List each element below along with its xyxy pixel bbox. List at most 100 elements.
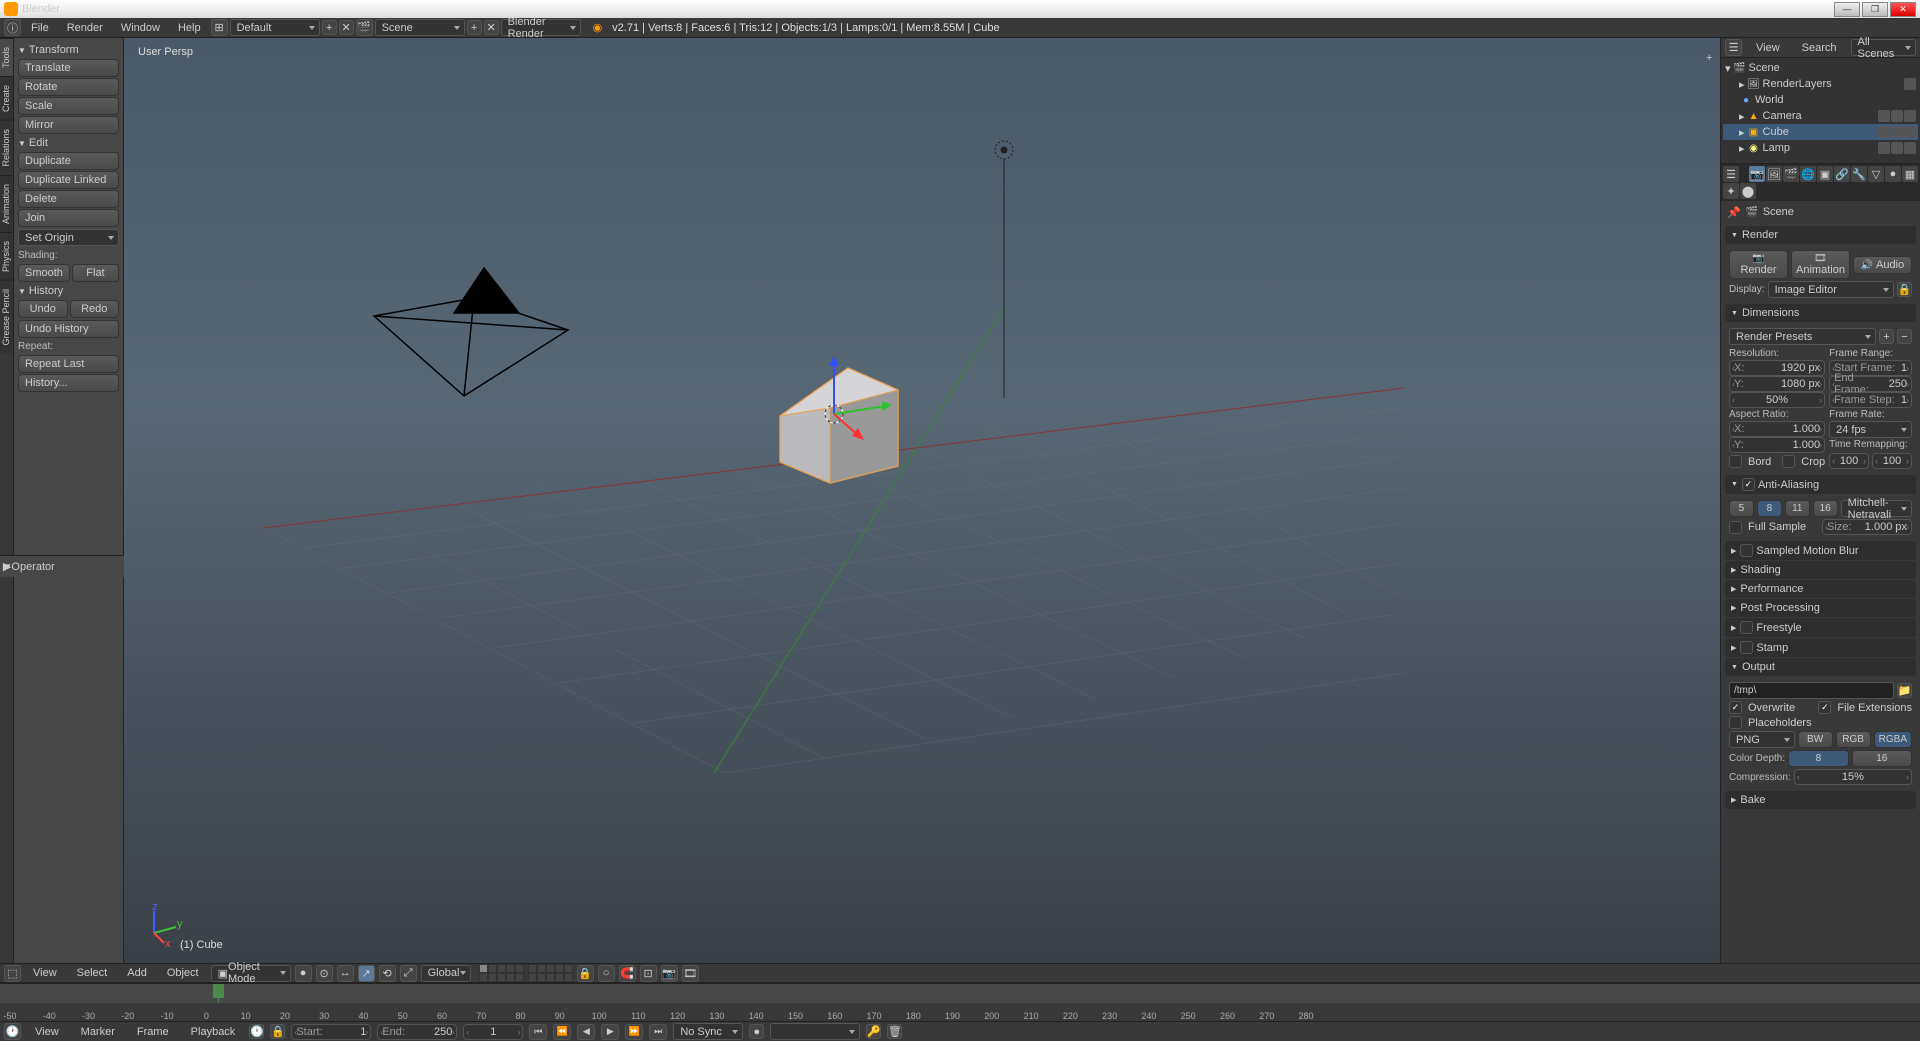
delete-layout-button[interactable]: ✕ xyxy=(339,20,354,35)
join-button[interactable]: Join xyxy=(18,209,119,227)
start-frame-timeline-field[interactable]: Start:1 xyxy=(291,1024,371,1040)
menu-file[interactable]: File xyxy=(23,20,57,36)
tree-lamp[interactable]: ▸◉Lamp xyxy=(1723,140,1918,156)
view3d-editor-icon[interactable]: ⬚ xyxy=(4,965,21,982)
keyframe-next-icon[interactable]: ⏩ xyxy=(625,1024,643,1040)
layers-widget[interactable] xyxy=(479,964,573,982)
resolution-y-field[interactable]: Y:1080 px xyxy=(1729,376,1825,392)
timeline-playback-menu[interactable]: Playback xyxy=(183,1024,244,1040)
tab-physics[interactable]: Physics xyxy=(0,232,13,280)
timeline-ruler[interactable]: -50-40-30-20-100102030405060708090100110… xyxy=(0,1003,1920,1021)
play-icon[interactable]: ▶ xyxy=(601,1024,619,1040)
pin-icon[interactable]: 📌 xyxy=(1727,206,1741,219)
stamp-checkbox[interactable] xyxy=(1740,641,1753,654)
display-dropdown[interactable]: Image Editor xyxy=(1768,281,1894,298)
view3d-view-menu[interactable]: View xyxy=(25,965,65,981)
tab-tools[interactable]: Tools xyxy=(0,38,13,76)
edit-panel-header[interactable]: Edit xyxy=(18,135,119,151)
mode-dropdown[interactable]: ▣ Object Mode xyxy=(211,965,291,982)
render-engine-dropdown[interactable]: Blender Render xyxy=(501,19,581,36)
editor-type-icon[interactable]: ⓘ xyxy=(4,19,21,36)
fps-dropdown[interactable]: 24 fps xyxy=(1829,421,1912,438)
aa-11-button[interactable]: 11 xyxy=(1785,500,1810,517)
remap-old-field[interactable]: 100 xyxy=(1829,453,1869,469)
output-section-header[interactable]: Output xyxy=(1725,658,1916,676)
translate-manip-icon[interactable]: ↗ xyxy=(358,965,375,982)
dimensions-section-header[interactable]: Dimensions xyxy=(1725,304,1916,322)
timeline-area[interactable]: -50-40-30-20-100102030405060708090100110… xyxy=(0,984,1920,1021)
crop-checkbox[interactable] xyxy=(1782,455,1795,468)
lock-time-icon[interactable]: 🔒 xyxy=(270,1024,285,1039)
sync-dropdown[interactable]: No Sync xyxy=(673,1023,743,1040)
performance-header[interactable]: Performance xyxy=(1725,580,1916,598)
aa-size-field[interactable]: Size:1.000 px xyxy=(1822,519,1912,535)
freestyle-header[interactable]: Freestyle xyxy=(1725,618,1916,637)
tab-relations[interactable]: Relations xyxy=(0,120,13,175)
orientation-dropdown[interactable]: Global xyxy=(421,965,471,982)
end-frame-timeline-field[interactable]: End:250 xyxy=(377,1024,457,1040)
lock-interface-icon[interactable]: 🔒 xyxy=(1897,282,1912,297)
jump-start-icon[interactable]: ⏮ xyxy=(529,1024,547,1040)
set-origin-dropdown[interactable]: Set Origin xyxy=(18,229,119,246)
timeline-marker-menu[interactable]: Marker xyxy=(73,1024,123,1040)
mirror-button[interactable]: Mirror xyxy=(18,116,119,134)
tab-texture[interactable]: ▦ xyxy=(1902,166,1918,182)
render-button[interactable]: 📷 Render xyxy=(1729,250,1788,279)
rotate-button[interactable]: Rotate xyxy=(18,78,119,96)
delete-scene-button[interactable]: ✕ xyxy=(484,20,499,35)
rotate-manip-icon[interactable]: ⟲ xyxy=(379,965,396,982)
tab-render[interactable]: 📷 xyxy=(1749,166,1765,182)
delete-button[interactable]: Delete xyxy=(18,190,119,208)
stamp-header[interactable]: Stamp xyxy=(1725,638,1916,657)
end-frame-field[interactable]: End Frame:250 xyxy=(1829,376,1912,392)
depth-8-button[interactable]: 8 xyxy=(1788,750,1848,767)
flat-button[interactable]: Flat xyxy=(72,264,119,282)
outliner-editor-icon[interactable]: ☰ xyxy=(1725,39,1742,56)
repeat-last-button[interactable]: Repeat Last xyxy=(18,355,119,373)
tab-data[interactable]: ▽ xyxy=(1868,166,1884,182)
freestyle-checkbox[interactable] xyxy=(1740,621,1753,634)
tab-world[interactable]: 🌐 xyxy=(1800,166,1816,182)
layout-icon[interactable]: ⊞ xyxy=(211,19,228,36)
add-preset-button[interactable]: + xyxy=(1879,329,1894,344)
placeholders-checkbox[interactable] xyxy=(1729,716,1742,729)
menu-help[interactable]: Help xyxy=(170,20,209,36)
redo-button[interactable]: Redo xyxy=(70,300,120,318)
maximize-button[interactable]: ❐ xyxy=(1862,2,1888,17)
timeline-editor-icon[interactable]: 🕐 xyxy=(4,1023,21,1040)
undo-button[interactable]: Undo xyxy=(18,300,68,318)
frame-step-field[interactable]: Frame Step:1 xyxy=(1829,392,1912,408)
duplicate-button[interactable]: Duplicate xyxy=(18,152,119,170)
remove-preset-button[interactable]: − xyxy=(1897,329,1912,344)
bw-button[interactable]: BW xyxy=(1798,731,1833,748)
tab-physics[interactable]: ⬤ xyxy=(1740,183,1756,199)
timeline-view-menu[interactable]: View xyxy=(27,1024,67,1040)
animation-button[interactable]: 🎞 Animation xyxy=(1791,250,1850,279)
aa-8-button[interactable]: 8 xyxy=(1757,500,1782,517)
snap-icon[interactable]: 🧲 xyxy=(619,965,636,982)
render-preview-icon[interactable]: 📷 xyxy=(661,965,678,982)
translate-button[interactable]: Translate xyxy=(18,59,119,77)
aa-5-button[interactable]: 5 xyxy=(1729,500,1754,517)
tab-material[interactable]: ● xyxy=(1885,166,1901,182)
aa-16-button[interactable]: 16 xyxy=(1813,500,1838,517)
motion-blur-header[interactable]: Sampled Motion Blur xyxy=(1725,541,1916,560)
scale-button[interactable]: Scale xyxy=(18,97,119,115)
tree-renderlayers[interactable]: ▸🖼RenderLayers xyxy=(1723,76,1918,92)
scene-icon[interactable]: 🎬 xyxy=(356,19,373,36)
tab-render-layers[interactable]: 🖼 xyxy=(1766,166,1782,182)
resolution-x-field[interactable]: X:1920 px xyxy=(1729,360,1825,376)
aa-section-header[interactable]: Anti-Aliasing xyxy=(1725,475,1916,494)
view3d-add-menu[interactable]: Add xyxy=(119,965,155,981)
snap-element-icon[interactable]: ⊡ xyxy=(640,965,657,982)
jump-end-icon[interactable]: ⏭ xyxy=(649,1024,667,1040)
menu-window[interactable]: Window xyxy=(113,20,168,36)
manipulator-toggle-icon[interactable]: ↔ xyxy=(337,965,354,982)
keyframe-prev-icon[interactable]: ⏪ xyxy=(553,1024,571,1040)
aa-filter-dropdown[interactable]: Mitchell-Netravali xyxy=(1841,500,1912,517)
depth-16-button[interactable]: 16 xyxy=(1852,750,1912,767)
tab-object[interactable]: ▣ xyxy=(1817,166,1833,182)
tree-scene[interactable]: ▾🎬Scene xyxy=(1723,60,1918,76)
motion-blur-checkbox[interactable] xyxy=(1740,544,1753,557)
shading-header[interactable]: Shading xyxy=(1725,561,1916,579)
